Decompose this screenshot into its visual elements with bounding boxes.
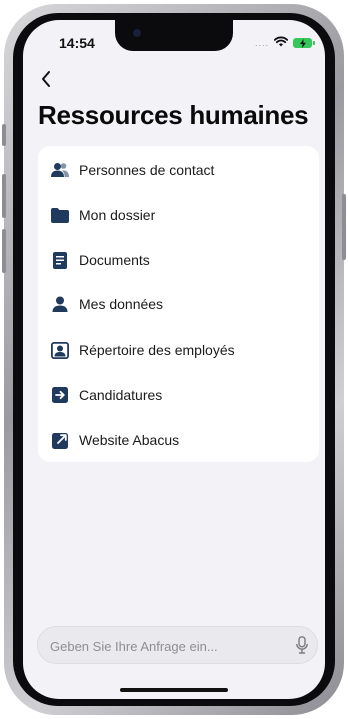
signal-dots: .... bbox=[255, 38, 270, 48]
employee-directory-icon bbox=[51, 341, 69, 359]
power-button bbox=[342, 194, 346, 260]
volume-down-button bbox=[2, 229, 6, 273]
chevron-left-icon bbox=[42, 71, 50, 87]
front-camera bbox=[133, 29, 141, 37]
menu-item-documents[interactable]: Documents bbox=[38, 238, 319, 282]
external-link-icon bbox=[51, 431, 69, 449]
menu-list: Personnes de contact Mon dossier Documen… bbox=[38, 146, 319, 462]
status-icons: .... bbox=[255, 34, 316, 52]
folder-icon bbox=[51, 206, 69, 224]
mute-switch bbox=[2, 124, 6, 146]
menu-item-mon-dossier[interactable]: Mon dossier bbox=[38, 193, 319, 237]
menu-item-mes-donnees[interactable]: Mes données bbox=[38, 282, 319, 326]
notch bbox=[115, 20, 233, 51]
battery-charging-icon bbox=[293, 38, 316, 48]
menu-item-label: Personnes de contact bbox=[79, 162, 215, 178]
volume-up-button bbox=[2, 174, 6, 218]
microphone-icon[interactable] bbox=[292, 635, 312, 655]
query-input[interactable] bbox=[48, 627, 282, 665]
menu-item-website-abacus[interactable]: Website Abacus bbox=[38, 418, 319, 462]
home-indicator bbox=[120, 688, 228, 692]
menu-item-label: Candidatures bbox=[79, 387, 163, 403]
document-icon bbox=[51, 251, 69, 269]
menu-item-label: Website Abacus bbox=[79, 432, 180, 448]
menu-item-candidatures[interactable]: Candidatures bbox=[38, 373, 319, 417]
arrow-right-square-icon bbox=[51, 386, 69, 404]
person-icon bbox=[51, 295, 69, 313]
back-button[interactable] bbox=[35, 68, 57, 90]
query-bar[interactable] bbox=[37, 626, 318, 665]
app-screen: 14:54 .... Ressources humaines Personnes… bbox=[23, 20, 325, 699]
menu-item-repertoire-des-employes[interactable]: Répertoire des employés bbox=[38, 328, 319, 372]
page-title: Ressources humaines bbox=[38, 100, 309, 130]
status-time: 14:54 bbox=[59, 35, 95, 51]
contacts-icon bbox=[51, 161, 69, 179]
menu-item-personnes-de-contact[interactable]: Personnes de contact bbox=[38, 148, 319, 192]
wifi-icon bbox=[273, 34, 289, 52]
menu-item-label: Mes données bbox=[79, 296, 164, 312]
menu-item-label: Répertoire des employés bbox=[79, 342, 235, 358]
menu-item-label: Documents bbox=[79, 252, 150, 268]
menu-item-label: Mon dossier bbox=[79, 207, 156, 223]
